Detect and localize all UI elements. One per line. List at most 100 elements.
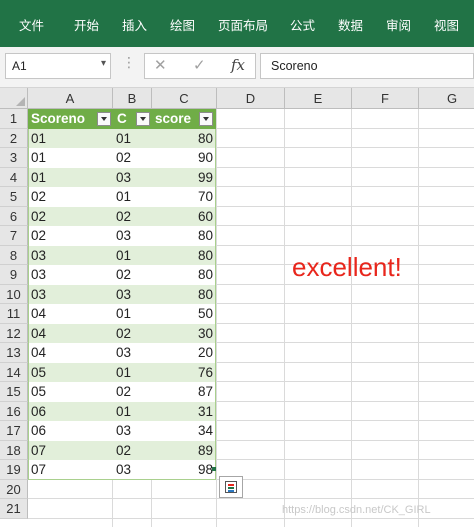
- cell-score[interactable]: 34: [152, 421, 216, 441]
- cell-scoreno[interactable]: 04: [28, 304, 113, 324]
- cell-scoreno[interactable]: 07: [28, 460, 113, 480]
- row-header-13[interactable]: 13: [0, 343, 28, 363]
- row-header-3[interactable]: 3: [0, 148, 28, 168]
- row-header-17[interactable]: 17: [0, 421, 28, 441]
- tab-page-layout[interactable]: 页面布局: [218, 15, 268, 34]
- filter-dropdown-icon[interactable]: [97, 112, 111, 126]
- insert-function-icon[interactable]: fx: [231, 56, 245, 74]
- tab-view[interactable]: 视图: [434, 15, 459, 34]
- tab-file[interactable]: 文件: [19, 15, 44, 34]
- quick-analysis-button[interactable]: [219, 476, 243, 498]
- cell-score[interactable]: 80: [152, 265, 216, 285]
- cell-c[interactable]: 03: [113, 226, 152, 246]
- row-header-8[interactable]: 8: [0, 245, 28, 265]
- cell-score[interactable]: 76: [152, 363, 216, 383]
- row-header-2[interactable]: 2: [0, 128, 28, 148]
- column-header-f[interactable]: F: [352, 88, 419, 109]
- tab-draw[interactable]: 绘图: [170, 15, 195, 34]
- column-header-e[interactable]: E: [285, 88, 352, 109]
- cell-scoreno[interactable]: 04: [28, 343, 113, 363]
- cell-c[interactable]: 01: [113, 402, 152, 422]
- column-header-d[interactable]: D: [217, 88, 285, 109]
- cell-c[interactable]: 01: [113, 363, 152, 383]
- cell-c[interactable]: 03: [113, 421, 152, 441]
- cell-scoreno[interactable]: 03: [28, 265, 113, 285]
- row-header-21[interactable]: 21: [0, 499, 28, 519]
- filter-dropdown-icon[interactable]: [199, 112, 213, 126]
- cell-scoreno[interactable]: 01: [28, 168, 113, 188]
- row-header-12[interactable]: 12: [0, 323, 28, 343]
- enter-check-icon[interactable]: ✓: [193, 56, 206, 74]
- cell-c[interactable]: 01: [113, 246, 152, 266]
- row-header-5[interactable]: 5: [0, 187, 28, 207]
- row-header-6[interactable]: 6: [0, 206, 28, 226]
- row-header-18[interactable]: 18: [0, 440, 28, 460]
- cell-score[interactable]: 60: [152, 207, 216, 227]
- cell-c[interactable]: 02: [113, 148, 152, 168]
- cell-scoreno[interactable]: 03: [28, 246, 113, 266]
- cell-scoreno[interactable]: 02: [28, 226, 113, 246]
- chevron-down-icon[interactable]: ▾: [101, 58, 106, 69]
- cell-scoreno[interactable]: 04: [28, 324, 113, 344]
- tab-home[interactable]: 开始: [74, 15, 99, 34]
- cell-score[interactable]: 31: [152, 402, 216, 422]
- cell-c[interactable]: 03: [113, 460, 152, 480]
- cell-score[interactable]: 30: [152, 324, 216, 344]
- cell-scoreno[interactable]: 07: [28, 441, 113, 461]
- cell-score[interactable]: 89: [152, 441, 216, 461]
- cell-c[interactable]: 03: [113, 343, 152, 363]
- row-header-4[interactable]: 4: [0, 167, 28, 187]
- column-header-g[interactable]: G: [419, 88, 474, 109]
- cell-score[interactable]: 80: [152, 226, 216, 246]
- cell-scoreno[interactable]: 01: [28, 148, 113, 168]
- cell-score[interactable]: 80: [152, 285, 216, 305]
- cell-c[interactable]: 03: [113, 285, 152, 305]
- cell-c[interactable]: 01: [113, 304, 152, 324]
- cell-c[interactable]: 02: [113, 324, 152, 344]
- column-header-b[interactable]: B: [113, 88, 152, 109]
- cell-c[interactable]: 03: [113, 168, 152, 188]
- select-all-corner[interactable]: [0, 88, 28, 109]
- formula-input[interactable]: Scoreno: [260, 53, 474, 79]
- cell-scoreno[interactable]: 06: [28, 421, 113, 441]
- tab-formulas[interactable]: 公式: [290, 15, 315, 34]
- cancel-x-icon[interactable]: ✕: [154, 56, 167, 74]
- cell-scoreno[interactable]: 05: [28, 382, 113, 402]
- filter-dropdown-icon[interactable]: [136, 112, 150, 126]
- tab-insert[interactable]: 插入: [122, 15, 147, 34]
- header-score[interactable]: score: [152, 109, 191, 129]
- worksheet-grid[interactable]: ABCDEFG 1 2 3 4 5 6 7 8 9 10 11 12 13 14 15 16 17 18 19 20 2…: [0, 88, 474, 527]
- cell-score[interactable]: 87: [152, 382, 216, 402]
- cell-score[interactable]: 20: [152, 343, 216, 363]
- row-header-15[interactable]: 15: [0, 382, 28, 402]
- cell-scoreno[interactable]: 02: [28, 187, 113, 207]
- row-header-11[interactable]: 11: [0, 304, 28, 324]
- cell-c[interactable]: 02: [113, 265, 152, 285]
- row-header-16[interactable]: 16: [0, 401, 28, 421]
- cell-scoreno[interactable]: 06: [28, 402, 113, 422]
- cell-score[interactable]: 50: [152, 304, 216, 324]
- tab-review[interactable]: 审阅: [386, 15, 411, 34]
- cell-score[interactable]: 80: [152, 129, 216, 149]
- cell-score[interactable]: 99: [152, 168, 216, 188]
- cell-c[interactable]: 01: [113, 187, 152, 207]
- name-box[interactable]: A1 ▾: [5, 53, 111, 79]
- header-scoreno[interactable]: Scoreno: [28, 109, 85, 129]
- cell-score[interactable]: 80: [152, 246, 216, 266]
- fill-handle[interactable]: [212, 467, 216, 471]
- cell-scoreno[interactable]: 01: [28, 129, 113, 149]
- row-header-10[interactable]: 10: [0, 284, 28, 304]
- row-header-1[interactable]: 1: [0, 109, 28, 129]
- column-header-c[interactable]: C: [152, 88, 217, 109]
- cell-scoreno[interactable]: 03: [28, 285, 113, 305]
- row-header-14[interactable]: 14: [0, 362, 28, 382]
- cell-c[interactable]: 02: [113, 207, 152, 227]
- header-c[interactable]: C: [114, 109, 127, 129]
- cell-c[interactable]: 01: [113, 129, 152, 149]
- tab-data[interactable]: 数据: [338, 15, 363, 34]
- cell-score[interactable]: 98: [152, 460, 216, 480]
- cell-score[interactable]: 70: [152, 187, 216, 207]
- cell-score[interactable]: 90: [152, 148, 216, 168]
- row-header-20[interactable]: 20: [0, 479, 28, 499]
- cell-c[interactable]: 02: [113, 382, 152, 402]
